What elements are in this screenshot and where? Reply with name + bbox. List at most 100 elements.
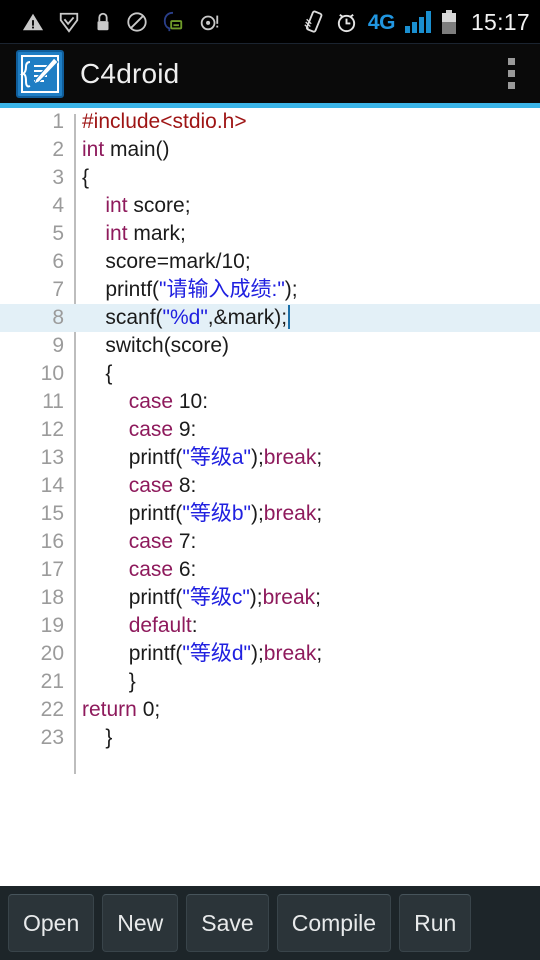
code-text: printf("等级d");break;: [82, 640, 322, 668]
code-line[interactable]: 22 return 0;: [0, 696, 540, 724]
code-line[interactable]: 20 printf("等级d");break;: [0, 640, 540, 668]
code-text: {: [82, 164, 89, 192]
code-line[interactable]: 5 int mark;: [0, 220, 540, 248]
alarm-clock-icon: [337, 13, 356, 32]
status-bar: 4G 15:17: [0, 0, 540, 44]
code-line[interactable]: 7 printf("请输入成绩:");: [0, 276, 540, 304]
line-number: 5: [52, 222, 64, 245]
open-button[interactable]: Open: [8, 894, 95, 952]
code-line[interactable]: 18 printf("等级c");break;: [0, 584, 540, 612]
code-line[interactable]: 8 scanf("%d",&mark);: [0, 304, 540, 332]
code-token: "等级b": [182, 502, 251, 525]
warning-triangle-icon: [22, 13, 44, 31]
line-number: 14: [40, 474, 64, 497]
code-token: );: [249, 586, 263, 609]
code-token: {: [105, 362, 113, 385]
code-token: printf(: [128, 446, 183, 469]
code-text: int mark;: [82, 220, 186, 248]
code-line[interactable]: 1 #include<stdio.h>: [0, 108, 540, 136]
code-line[interactable]: 10 {: [0, 360, 540, 388]
line-number: 12: [40, 418, 64, 441]
line-number: 6: [52, 250, 64, 273]
code-token: {: [82, 166, 90, 189]
line-number: 11: [42, 390, 64, 413]
code-text: int score;: [82, 192, 190, 220]
code-line[interactable]: 14 case 8:: [0, 472, 540, 500]
line-number: 1: [52, 110, 64, 133]
network-type-label: 4G: [367, 10, 396, 34]
code-token: break: [263, 446, 317, 469]
line-number: 4: [52, 194, 64, 217]
code-line[interactable]: 15 printf("等级b");break;: [0, 500, 540, 528]
line-number: 20: [40, 642, 64, 665]
line-number: 18: [40, 586, 64, 609]
status-bar-left-icons: [22, 11, 220, 33]
code-text: score=mark/10;: [82, 248, 250, 276]
code-token: break: [263, 502, 317, 525]
code-token: 9:: [173, 418, 197, 441]
code-text: case 6:: [82, 556, 197, 584]
code-line[interactable]: 2 int main(): [0, 136, 540, 164]
code-token: "请输入成绩:": [159, 278, 285, 301]
code-line[interactable]: 17 case 6:: [0, 556, 540, 584]
code-text: int main(): [82, 136, 170, 164]
code-line[interactable]: 9 switch(score): [0, 332, 540, 360]
code-text: case 7:: [82, 528, 197, 556]
code-token: "等级a": [182, 446, 251, 469]
code-line[interactable]: 3{: [0, 164, 540, 192]
line-number: 17: [40, 558, 64, 581]
code-line[interactable]: 4 int score;: [0, 192, 540, 220]
overflow-menu-icon[interactable]: [496, 52, 526, 96]
code-text: #include<stdio.h>: [82, 108, 247, 136]
bottom-button-bar: Open New Save Compile Run: [0, 886, 540, 960]
run-button[interactable]: Run: [399, 894, 472, 952]
code-line[interactable]: 21 }: [0, 668, 540, 696]
code-token: }: [105, 726, 113, 749]
code-line[interactable]: 11 case 10:: [0, 388, 540, 416]
code-text: printf("等级c");break;: [82, 584, 321, 612]
code-token: #include<stdio.h>: [82, 110, 247, 133]
battery-icon: [441, 10, 456, 34]
code-editor[interactable]: 1 #include<stdio.h> 2 int main() 3{4 int sco…: [0, 108, 540, 886]
signal-bars-icon: [404, 11, 431, 33]
code-token: return: [82, 698, 137, 721]
code-line[interactable]: 19 default:: [0, 612, 540, 640]
code-token: int: [105, 222, 128, 245]
code-token: case: [128, 390, 174, 413]
line-number: 19: [40, 614, 64, 637]
code-line[interactable]: 13 printf("等级a");break;: [0, 444, 540, 472]
code-line[interactable]: 23 }: [0, 724, 540, 752]
line-number: 10: [40, 362, 64, 385]
code-text: }: [82, 724, 112, 752]
code-token: 10:: [173, 390, 209, 413]
code-token: 0;: [136, 698, 161, 721]
new-button[interactable]: New: [102, 894, 179, 952]
code-token: ;: [316, 642, 323, 665]
text-caret: [288, 305, 291, 329]
code-token: );: [250, 446, 264, 469]
code-line[interactable]: 16 case 7:: [0, 528, 540, 556]
code-token: case: [128, 418, 174, 441]
code-token: );: [250, 642, 264, 665]
code-line-list: 1 #include<stdio.h> 2 int main() 3{4 int sco…: [0, 108, 540, 752]
code-token: case: [128, 474, 174, 497]
lock-icon: [97, 12, 109, 31]
line-number: 8: [52, 306, 64, 329]
code-token: printf(: [105, 278, 160, 301]
compile-button[interactable]: Compile: [276, 894, 392, 952]
code-token: scanf(: [105, 306, 163, 329]
code-token: "等级c": [182, 586, 250, 609]
c4droid-app-icon: [16, 49, 64, 98]
code-text: switch(score): [82, 332, 229, 360]
code-text: case 8:: [82, 472, 197, 500]
code-line[interactable]: 12 case 9:: [0, 416, 540, 444]
code-line[interactable]: 6 score=mark/10;: [0, 248, 540, 276]
code-text: }: [82, 668, 136, 696]
save-button[interactable]: Save: [186, 894, 269, 952]
code-token: ;: [315, 586, 321, 609]
line-number: 13: [40, 446, 64, 469]
code-text: printf("等级a");break;: [82, 444, 322, 472]
action-bar: C4droid: [0, 44, 540, 103]
code-token: break: [262, 586, 316, 609]
code-token: ,&mark);: [207, 306, 288, 329]
